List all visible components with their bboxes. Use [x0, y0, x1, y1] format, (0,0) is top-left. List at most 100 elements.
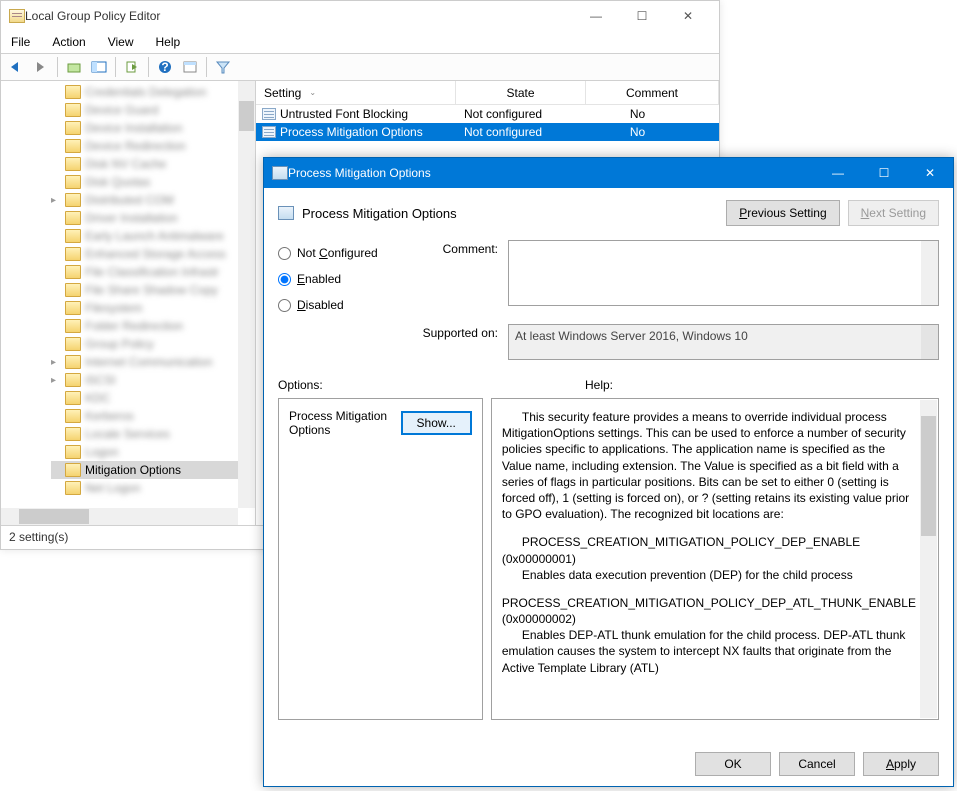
supported-scrollbar[interactable]: [921, 325, 938, 359]
tree-item[interactable]: Device Redirection: [51, 137, 255, 155]
folder-icon: [65, 283, 81, 297]
comment-scrollbar[interactable]: [921, 241, 938, 305]
tree-item[interactable]: Kerberos: [51, 407, 255, 425]
supported-on-text: At least Windows Server 2016, Windows 10: [515, 329, 748, 343]
forward-button[interactable]: [30, 56, 52, 78]
dialog-minimize-button[interactable]: —: [815, 158, 861, 188]
tree-item[interactable]: Filesystem: [51, 299, 255, 317]
menu-file[interactable]: File: [7, 33, 34, 51]
tree-item[interactable]: File Classification Infrastr: [51, 263, 255, 281]
menu-help[interactable]: Help: [152, 33, 185, 51]
sort-indicator-icon: ⌄: [309, 88, 316, 97]
properties-button[interactable]: [179, 56, 201, 78]
folder-icon: [65, 337, 81, 351]
tree-item[interactable]: Group Policy: [51, 335, 255, 353]
tree-item-label: File Share Shadow Copy: [85, 283, 218, 297]
tree-item[interactable]: Mitigation Options: [51, 461, 255, 479]
tree-item[interactable]: Folder Redirection: [51, 317, 255, 335]
tree-hscrollbar[interactable]: [1, 508, 238, 525]
tree-item[interactable]: Net Logon: [51, 479, 255, 497]
maximize-button[interactable]: ☐: [619, 1, 665, 31]
folder-icon: [65, 391, 81, 405]
folder-icon: [65, 85, 81, 99]
tree-item-label: Enhanced Storage Access: [85, 247, 226, 261]
radio-not-configured[interactable]: Not Configured: [278, 240, 408, 266]
dialog-maximize-button[interactable]: ☐: [861, 158, 907, 188]
policy-dialog: Process Mitigation Options — ☐ ✕ Process…: [263, 157, 954, 787]
dialog-titlebar[interactable]: Process Mitigation Options — ☐ ✕: [264, 158, 953, 188]
tree-item[interactable]: Credentials Delegation: [51, 83, 255, 101]
tree-item-label: Filesystem: [85, 301, 142, 315]
dialog-close-button[interactable]: ✕: [907, 158, 953, 188]
tree-item-label: Mitigation Options: [85, 463, 181, 477]
setting-state: Not configured: [456, 125, 586, 139]
close-button[interactable]: ✕: [665, 1, 711, 31]
folder-icon: [65, 103, 81, 117]
up-button[interactable]: [63, 56, 85, 78]
minimize-button[interactable]: —: [573, 1, 619, 31]
ok-button[interactable]: OK: [695, 752, 771, 776]
tree-item[interactable]: File Share Shadow Copy: [51, 281, 255, 299]
previous-setting-button[interactable]: Previous Setting: [726, 200, 839, 226]
tree-item[interactable]: Logon: [51, 443, 255, 461]
show-hide-tree-button[interactable]: [88, 56, 110, 78]
menu-action[interactable]: Action: [48, 33, 89, 51]
tree-item[interactable]: ▸Internet Communication: [51, 353, 255, 371]
main-titlebar[interactable]: Local Group Policy Editor — ☐ ✕: [1, 1, 719, 31]
filter-icon[interactable]: [212, 56, 234, 78]
tree-item[interactable]: Device Guard: [51, 101, 255, 119]
gpedit-icon: [9, 9, 25, 23]
list-row[interactable]: Process Mitigation Options Not configured…: [256, 123, 719, 141]
list-row[interactable]: Untrusted Font BlockingNot configuredNo: [256, 105, 719, 123]
twisty-icon[interactable]: ▸: [51, 375, 61, 386]
tree-item[interactable]: Enhanced Storage Access: [51, 245, 255, 263]
folder-icon: [65, 445, 81, 459]
cancel-button[interactable]: Cancel: [779, 752, 855, 776]
tree-item[interactable]: Device Installation: [51, 119, 255, 137]
tree-item[interactable]: Early Launch Antimalware: [51, 227, 255, 245]
tree-item-label: Driver Installation: [85, 211, 178, 225]
folder-icon: [65, 211, 81, 225]
folder-icon: [65, 319, 81, 333]
folder-icon: [65, 139, 81, 153]
tree-item[interactable]: Disk Quotas: [51, 173, 255, 191]
col-setting[interactable]: Setting⌄: [256, 81, 456, 104]
tree-item-label: Device Installation: [85, 121, 182, 135]
tree-item-label: KDC: [85, 391, 110, 405]
help-text: This security feature provides a means t…: [502, 409, 932, 709]
help-scrollbar[interactable]: [920, 400, 937, 718]
tree-item[interactable]: Locale Services: [51, 425, 255, 443]
tree-item[interactable]: Driver Installation: [51, 209, 255, 227]
folder-icon: [65, 355, 81, 369]
menu-view[interactable]: View: [104, 33, 138, 51]
tree-item-label: Early Launch Antimalware: [85, 229, 224, 243]
tree-item-label: Distributed COM: [85, 193, 174, 207]
tree-item[interactable]: Disk NV Cache: [51, 155, 255, 173]
comment-textarea[interactable]: [508, 240, 939, 306]
tree-item[interactable]: ▸ Distributed COM: [51, 191, 255, 209]
folder-icon: [65, 229, 81, 243]
folder-icon: [65, 427, 81, 441]
options-item-label: Process Mitigation Options: [289, 409, 393, 437]
menubar: File Action View Help: [1, 31, 719, 53]
col-comment[interactable]: Comment: [586, 81, 719, 104]
dialog-heading: Process Mitigation Options: [302, 206, 718, 221]
setting-name: Process Mitigation Options: [280, 125, 423, 139]
tree-vscrollbar[interactable]: [238, 81, 255, 508]
apply-button[interactable]: Apply: [863, 752, 939, 776]
export-button[interactable]: [121, 56, 143, 78]
radio-enabled[interactable]: Enabled: [278, 266, 408, 292]
back-button[interactable]: [5, 56, 27, 78]
twisty-icon[interactable]: ▸: [51, 357, 61, 368]
col-state[interactable]: State: [456, 81, 586, 104]
radio-disabled[interactable]: Disabled: [278, 292, 408, 318]
twisty-icon[interactable]: ▸: [51, 195, 61, 206]
help-icon[interactable]: ?: [154, 56, 176, 78]
tree-item[interactable]: KDC: [51, 389, 255, 407]
tree-item-label: Net Logon: [85, 481, 140, 495]
options-panel: Process Mitigation Options Show...: [278, 398, 483, 720]
show-button[interactable]: Show...: [401, 411, 472, 435]
tree-item[interactable]: ▸iSCSI: [51, 371, 255, 389]
setting-comment: No: [586, 107, 719, 121]
folder-icon: [65, 175, 81, 189]
